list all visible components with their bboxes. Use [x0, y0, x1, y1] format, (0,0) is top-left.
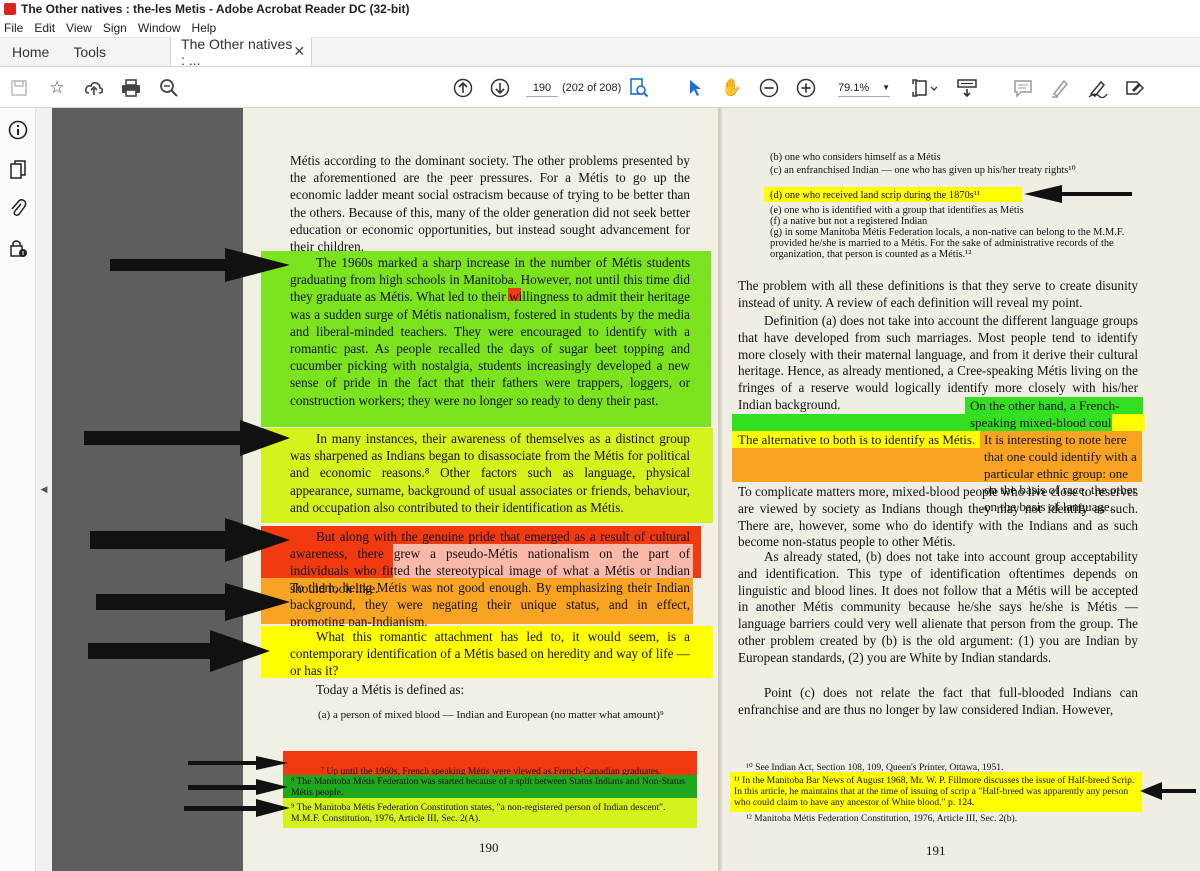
paragraph-today: Today a Métis is defined as: [316, 682, 465, 697]
paragraph-1960s: The 1960s marked a sharp increase in the… [290, 255, 690, 408]
highlight-pen-icon[interactable] [1049, 77, 1071, 99]
page-down-icon[interactable] [489, 77, 511, 99]
zoom-select[interactable]: 79.1% ▼ [838, 79, 890, 97]
paragraph-instances: In many instances, their awareness of th… [290, 431, 690, 515]
viewer-gutter [52, 108, 243, 871]
highlight-yellow-a [1112, 414, 1145, 431]
footnote-8: ⁸ The Manitoba Métis Federation was star… [291, 776, 686, 798]
window-title-bar: The Other natives : the-les Metis - Adob… [0, 0, 1200, 18]
window-title: The Other natives : the-les Metis - Adob… [21, 2, 410, 16]
fill-sign-icon[interactable] [1124, 77, 1146, 99]
definition-a: (a) a person of mixed blood — Indian and… [318, 709, 664, 721]
tab-document-label: The Other natives : ... [181, 35, 293, 68]
definition-d: (d) one who received land scrip during t… [770, 190, 980, 201]
select-pointer-icon[interactable] [684, 77, 706, 99]
save-icon[interactable] [8, 77, 30, 99]
attachment-icon[interactable] [8, 198, 28, 218]
definition-c: (c) an enfranchised Indian — one who has… [770, 165, 1076, 176]
hand-icon[interactable]: ✋ [721, 77, 743, 99]
upload-icon[interactable] [83, 77, 105, 99]
paragraph-point-c: Point (c) does not relate the fact that … [738, 685, 1138, 717]
tab-document[interactable]: The Other natives : ... ✕ [170, 35, 313, 68]
right-page: (b) one who considers himself as a Métis… [722, 108, 1200, 871]
tab-tools[interactable]: Tools [61, 37, 118, 66]
tab-home[interactable]: Home [0, 37, 61, 66]
zoom-value: 79.1% [838, 82, 870, 94]
definition-g: (g) in some Manitoba Métis Federation lo… [770, 227, 1125, 260]
read-mode-icon[interactable] [956, 77, 978, 99]
definition-f: (f) a native but not a registered Indian [770, 216, 928, 227]
collapse-panel-chevron-icon[interactable]: ◀ [36, 108, 52, 871]
footnote-12: ¹² Manitoba Métis Federation Constitutio… [746, 813, 1018, 824]
page-fit-icon[interactable] [910, 77, 940, 99]
definition-b: (b) one who considers himself as a Métis [770, 152, 941, 163]
menu-bar: File Edit View Sign Window Help [0, 18, 1200, 38]
menu-file[interactable]: File [4, 21, 23, 35]
comment-icon[interactable] [1012, 77, 1034, 99]
zoom-in-icon[interactable] [795, 77, 817, 99]
sign-icon[interactable] [1087, 77, 1109, 99]
page-number-input[interactable]: 190 [526, 79, 558, 97]
definition-e: (e) one who is identified with a group t… [770, 205, 1024, 216]
tab-bar: Home Tools The Other natives : ... ✕ [0, 35, 1200, 68]
print-icon[interactable] [120, 77, 142, 99]
footnote-9: ⁹ The Manitoba Métis Federation Constitu… [291, 802, 666, 824]
menu-view[interactable]: View [66, 21, 92, 35]
paragraph-pride-orange: To them, being Métis was not good enough… [290, 580, 690, 630]
close-tab-icon[interactable]: ✕ [293, 43, 305, 60]
footnote-11: ¹¹ In the Manitoba Bar News of August 19… [734, 775, 1135, 808]
paragraph-romantic: What this romantic attachment has led to… [290, 629, 690, 679]
pages-icon[interactable] [8, 160, 28, 180]
left-navigation-panel [0, 108, 36, 871]
menu-window[interactable]: Window [138, 21, 181, 35]
paragraph-problem: The problem with all these definitions i… [738, 278, 1138, 310]
paragraph-intro: Métis according to the dominant society.… [290, 153, 690, 255]
acrobat-logo-icon [4, 3, 16, 15]
security-icon[interactable] [8, 238, 28, 258]
bookmark-star-icon[interactable]: ☆ [46, 77, 68, 99]
zoom-out-icon[interactable] [758, 77, 780, 99]
info-icon[interactable] [8, 120, 28, 140]
menu-edit[interactable]: Edit [34, 21, 55, 35]
page-number-left: 190 [479, 840, 499, 855]
paragraph-stated: As already stated, (b) does not take int… [738, 549, 1138, 665]
paragraph-complicate: To complicate matters more, mixed-blood … [738, 484, 1138, 550]
page-count: (202 of 208) [562, 82, 622, 94]
left-page: Métis according to the dominant society.… [243, 108, 720, 871]
page-up-icon[interactable] [452, 77, 474, 99]
search-zoom-icon[interactable] [158, 77, 180, 99]
highlight-yellow-text: The alternative to both is to identify a… [738, 432, 976, 447]
toolbar: ☆ 190 (202 of 208) ✋ 79.1% ▼ [0, 67, 1200, 108]
page-number-right: 191 [926, 843, 946, 858]
menu-sign[interactable]: Sign [103, 21, 127, 35]
chevron-down-icon: ▼ [882, 83, 890, 92]
menu-help[interactable]: Help [192, 21, 217, 35]
find-icon[interactable] [628, 77, 650, 99]
